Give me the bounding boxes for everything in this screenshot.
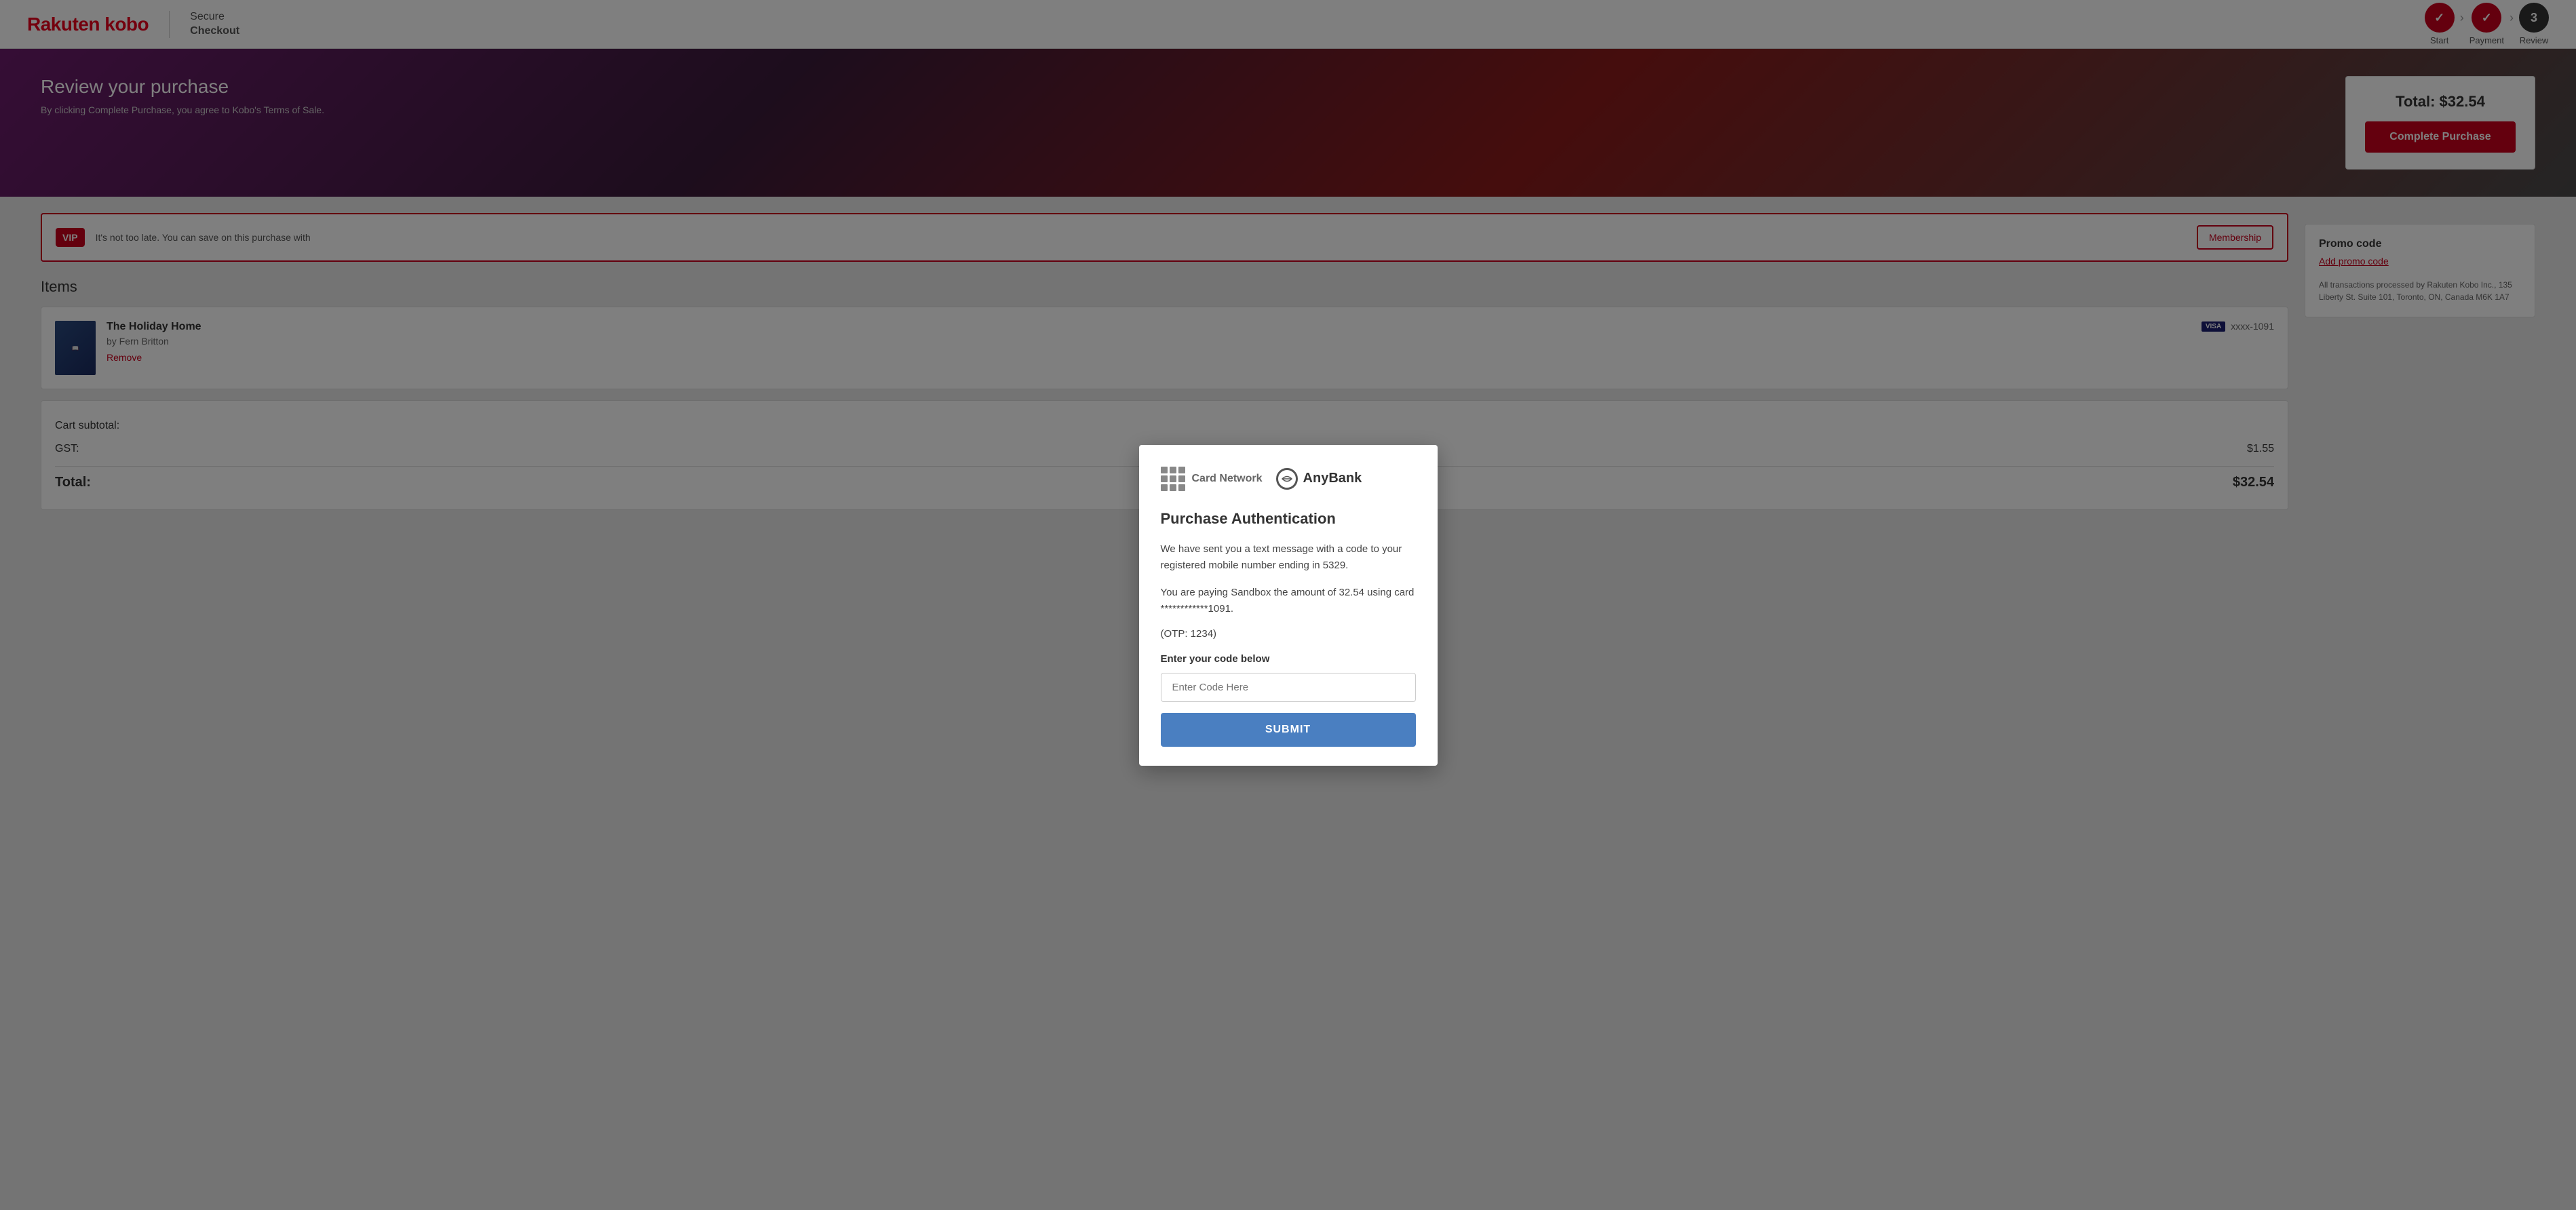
dot	[1170, 475, 1176, 482]
dot	[1161, 475, 1168, 482]
dot	[1170, 467, 1176, 473]
modal-logos: Card Network AnyBank	[1161, 467, 1416, 491]
anybank-logo: AnyBank	[1276, 468, 1362, 490]
code-input[interactable]	[1161, 673, 1416, 702]
dot	[1178, 484, 1185, 491]
dot	[1161, 467, 1168, 473]
anybank-text: AnyBank	[1303, 471, 1362, 486]
card-network-logo: Card Network	[1161, 467, 1263, 491]
dot	[1161, 484, 1168, 491]
modal-otp-hint: (OTP: 1234)	[1161, 628, 1416, 640]
modal-overlay[interactable]: Card Network AnyBank Purchase Authentica…	[0, 0, 2576, 1210]
purchase-auth-modal: Card Network AnyBank Purchase Authentica…	[1139, 445, 1438, 766]
modal-body-text-1: We have sent you a text message with a c…	[1161, 541, 1416, 574]
dot	[1178, 475, 1185, 482]
modal-body-text-2: You are paying Sandbox the amount of 32.…	[1161, 585, 1416, 617]
dot	[1170, 484, 1176, 491]
anybank-icon	[1276, 468, 1298, 490]
dot	[1178, 467, 1185, 473]
modal-title: Purchase Authentication	[1161, 510, 1416, 528]
card-network-dots-icon	[1161, 467, 1185, 491]
modal-code-label: Enter your code below	[1161, 653, 1416, 665]
card-network-label: Card Network	[1192, 473, 1263, 485]
submit-button[interactable]: SUBMIT	[1161, 713, 1416, 747]
